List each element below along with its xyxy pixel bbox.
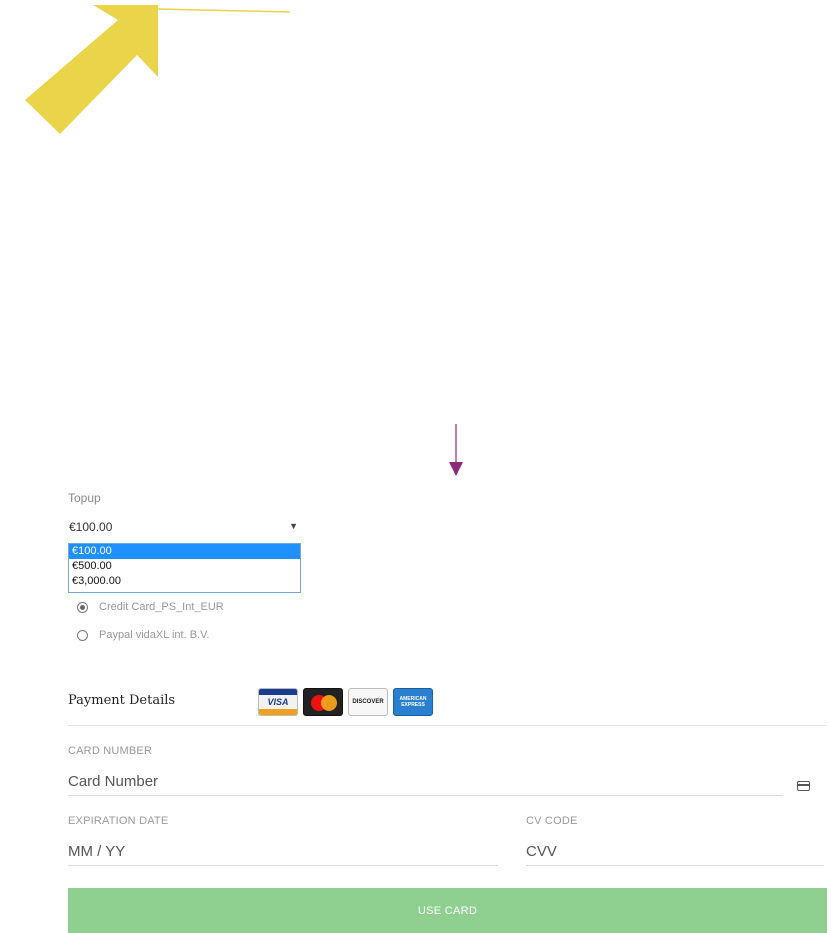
radio-checked-icon[interactable] (77, 601, 88, 613)
discover-logo-icon: DISCOVER (348, 688, 388, 716)
visa-logo-icon: VISA (258, 688, 298, 716)
radio-unchecked-icon[interactable] (77, 629, 88, 641)
topup-dropdown-list: €100.00 €500.00 €3,000.00 (68, 543, 301, 593)
use-card-button[interactable]: USE CARD (68, 888, 827, 933)
purple-annotation-arrow-icon (449, 424, 463, 476)
topup-option[interactable]: €100.00 (69, 544, 300, 559)
expiration-date-input[interactable] (68, 837, 498, 866)
payment-method-label: Paypal vidaXL int. B.V. (99, 629, 210, 641)
amex-logo-icon: AMERICAN EXPRESS (393, 688, 433, 716)
visa-logo-text: VISA (267, 697, 289, 707)
expiration-date-label: EXPIRATION DATE (68, 815, 169, 827)
topup-option[interactable]: €500.00 (69, 559, 300, 574)
card-number-label: CARD NUMBER (68, 745, 153, 757)
cvv-input[interactable] (526, 837, 824, 866)
card-number-input[interactable] (68, 767, 783, 796)
payment-method-paypal[interactable]: Paypal vidaXL int. B.V. (77, 626, 209, 644)
payment-details-title: Payment Details (68, 693, 176, 708)
yellow-annotation-arrow-icon (25, 5, 291, 134)
credit-card-icon (797, 781, 810, 791)
topup-selected-value: €100.00 (69, 520, 113, 534)
topup-select[interactable]: €100.00 ▼ (68, 516, 300, 540)
dropdown-caret-icon: ▼ (289, 521, 298, 531)
amex-logo-text: AMERICAN EXPRESS (399, 696, 427, 708)
mastercard-logo-icon (303, 688, 343, 716)
discover-logo-text: DISCOVER (352, 699, 384, 705)
divider (68, 725, 827, 726)
payment-method-credit-card[interactable]: Credit Card_PS_Int_EUR (77, 598, 224, 616)
topup-option[interactable]: €3,000.00 (69, 574, 300, 589)
topup-label: Topup (68, 491, 101, 505)
card-logos: VISA DISCOVER AMERICAN EXPRESS (258, 688, 433, 716)
cv-code-label: CV CODE (526, 815, 578, 827)
payment-method-label: Credit Card_PS_Int_EUR (99, 601, 224, 613)
